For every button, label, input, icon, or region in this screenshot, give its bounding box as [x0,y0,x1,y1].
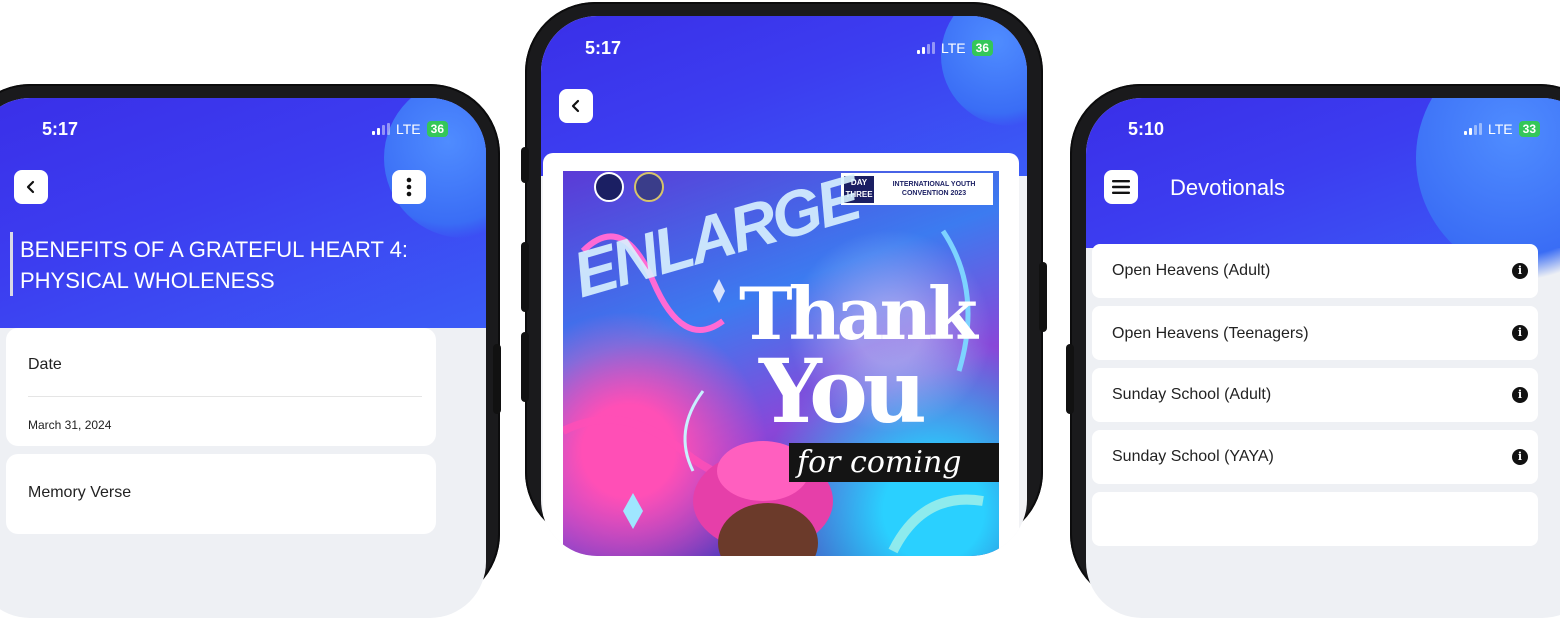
info-icon[interactable]: i [1512,325,1528,341]
title-accent-bar [10,232,13,296]
date-divider [28,396,422,397]
volume-down-button [521,332,529,402]
network-label: LTE [1488,121,1513,137]
header-right: 5:10 LTE 33 Devotionals [1086,98,1560,278]
back-button[interactable] [14,170,48,204]
signal-icon [917,42,935,54]
battery-icon: 33 [1518,121,1540,137]
list-item[interactable]: Open Heavens (Teenagers) i [1092,306,1538,360]
header-left: 5:17 LTE 36 BENEFITS OF A GRATEFUL HEART… [0,98,486,328]
power-button [493,344,501,414]
poster-word-you: You [759,339,927,443]
list-item-label: Sunday School (Adult) [1112,386,1272,403]
phone-right: 5:10 LTE 33 Devotionals Open Heavens (Ad… [1066,84,1560,618]
screen-left: 5:17 LTE 36 BENEFITS OF A GRATEFUL HEART… [0,98,486,618]
screen-right: 5:10 LTE 33 Devotionals Open Heavens (Ad… [1086,98,1560,618]
list-item-label: Open Heavens (Adult) [1112,262,1271,279]
devotional-title: BENEFITS OF A GRATEFUL HEART 4: PHYSICAL… [20,237,408,293]
volume-button [1066,344,1074,414]
event-poster-image[interactable]: DAY THREE INTERNATIONAL YOUTH CONVENTION… [563,171,999,556]
hamburger-icon [1112,180,1130,194]
volume-up-button [521,242,529,312]
network-label: LTE [396,121,421,137]
info-icon[interactable]: i [1512,263,1528,279]
header-center: 5:17 LTE 36 [541,16,1027,176]
list-item[interactable]: Sunday School (Adult) i [1092,368,1538,422]
memory-verse-card: Memory Verse [6,454,436,534]
day-badge: DAY THREE INTERNATIONAL YOUTH CONVENTION… [841,173,993,205]
status-indicators: LTE 36 [917,40,993,56]
battery-icon: 36 [971,40,993,56]
date-label: Date [28,356,62,373]
status-time: 5:17 [42,119,79,139]
network-label: LTE [941,40,966,56]
more-options-button[interactable] [392,170,426,204]
signal-icon [1464,123,1482,135]
more-vertical-icon [406,177,412,197]
list-item[interactable] [1092,492,1538,546]
status-indicators: LTE 36 [372,121,448,137]
phone-left: 5:17 LTE 36 BENEFITS OF A GRATEFUL HEART… [0,84,501,618]
signal-icon [372,123,390,135]
status-time: 5:17 [585,38,622,58]
date-value: March 31, 2024 [28,418,112,432]
memory-verse-label: Memory Verse [28,484,132,501]
menu-button[interactable] [1104,170,1138,204]
day-badge-text: INTERNATIONAL YOUTH CONVENTION 2023 [892,181,976,197]
date-card: Date March 31, 2024 [6,328,436,446]
screen-center: 5:17 LTE 36 DAY THREE INTERNATIONAL YOUT… [541,16,1027,556]
back-icon [571,99,580,113]
action-button [521,147,529,183]
phone-center: 5:17 LTE 36 DAY THREE INTERNATIONAL YOUT… [521,2,1047,556]
back-icon [26,180,35,194]
list-item-label: Open Heavens (Teenagers) [1112,325,1309,342]
poster-card: DAY THREE INTERNATIONAL YOUTH CONVENTION… [543,153,1019,556]
list-item[interactable]: Sunday School (YAYA) i [1092,430,1538,484]
poster-word-script: for coming [789,443,999,482]
info-icon[interactable]: i [1512,449,1528,465]
back-button[interactable] [559,89,593,123]
status-time: 5:10 [1128,119,1165,139]
list-item-label: Sunday School (YAYA) [1112,448,1274,465]
power-button [1039,262,1047,332]
battery-icon: 36 [426,121,448,137]
page-title: Devotionals [1170,175,1285,200]
info-icon[interactable]: i [1512,387,1528,403]
status-indicators: LTE 33 [1464,121,1540,137]
list-item[interactable]: Open Heavens (Adult) i [1092,244,1538,298]
